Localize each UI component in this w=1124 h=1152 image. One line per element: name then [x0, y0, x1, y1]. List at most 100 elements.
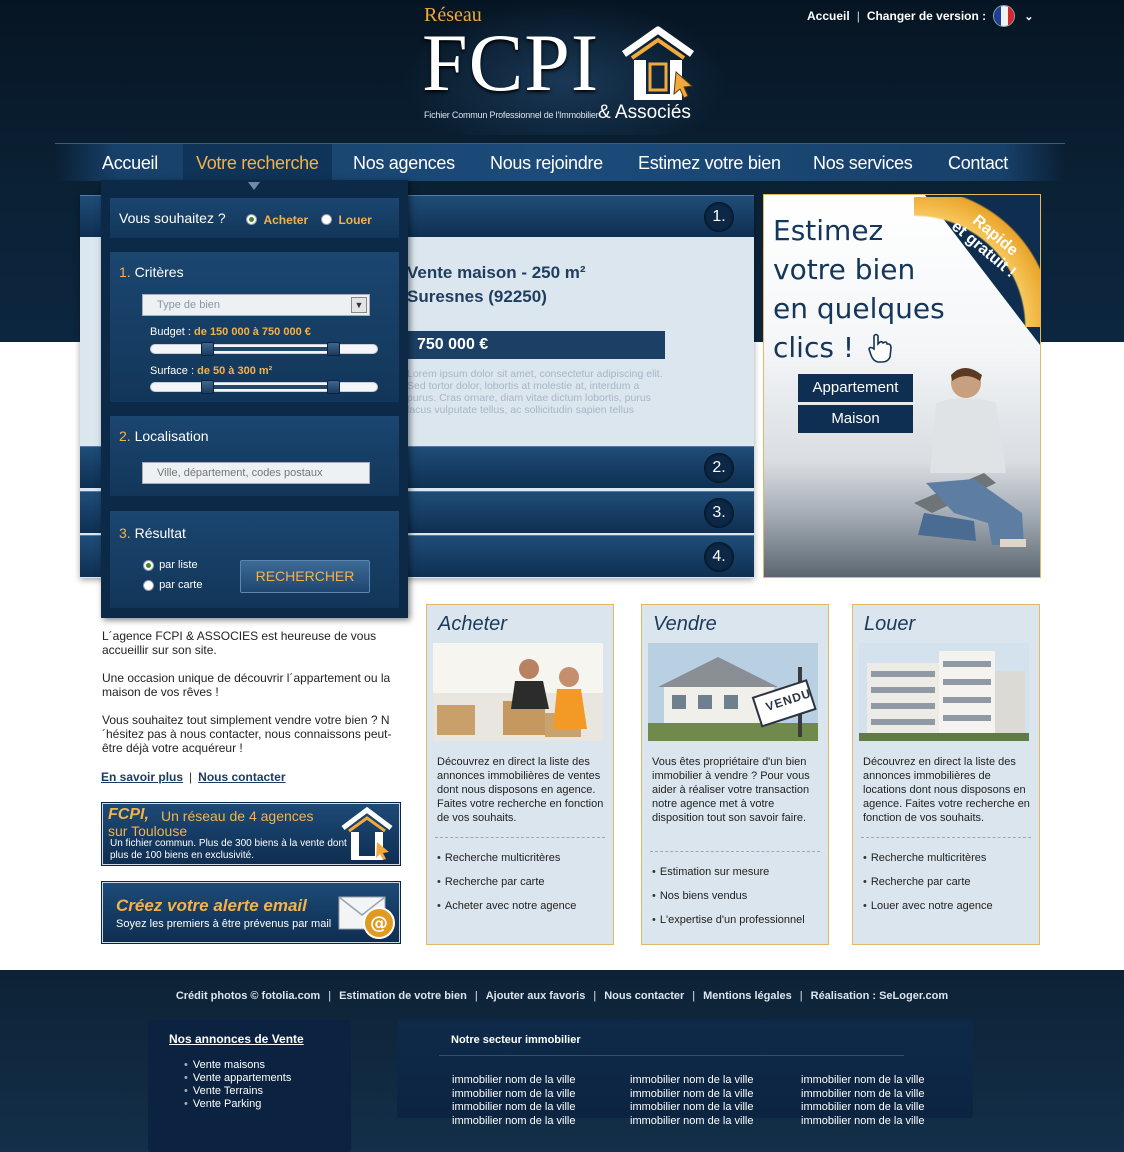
slide-number-4[interactable]: 4.	[704, 542, 734, 572]
footer-city-link[interactable]: immobilier nom de la ville	[630, 1088, 754, 1102]
footer-secteur-box: Notre secteur immobilier immobilier nom …	[397, 1020, 973, 1127]
radio-button[interactable]	[143, 579, 154, 591]
footer-secteur-divider	[439, 1055, 904, 1056]
footer-city-link[interactable]: immobilier nom de la ville	[452, 1088, 576, 1102]
budget-value: de 150 000 à 750 000 €	[194, 326, 311, 338]
card-feature-item[interactable]: Recherche par carte	[437, 875, 576, 889]
email-alert-banner[interactable]: Créez votre alerte email Soyez les premi…	[102, 882, 400, 943]
footer-city-link[interactable]: immobilier nom de la ville	[801, 1115, 925, 1129]
radio-button[interactable]	[143, 559, 154, 571]
estimate-maison-button[interactable]: Maison	[798, 405, 913, 433]
budget-max-handle[interactable]	[327, 342, 340, 356]
footer-secteur-column: immobilier nom de la ville immobilier no…	[801, 1074, 925, 1128]
nav-item-nos-agences[interactable]: Nos agences	[353, 144, 455, 182]
france-flag-icon[interactable]	[993, 5, 1016, 27]
location-input[interactable]	[142, 462, 370, 484]
listing-price: 750 000 €	[407, 331, 665, 359]
card-divider	[435, 837, 605, 838]
footer-ventes-item[interactable]: Vente appartements	[193, 1072, 291, 1085]
hand-cursor-icon	[868, 333, 892, 363]
footer-links: Crédit photos © fotolia.com | Estimation d…	[0, 990, 1124, 1002]
footer-city-link[interactable]: immobilier nom de la ville	[801, 1088, 925, 1102]
card-title[interactable]: Vendre	[653, 613, 717, 636]
footer-city-link[interactable]: immobilier nom de la ville	[452, 1115, 576, 1129]
surface-label-text: Surface :	[150, 365, 195, 377]
footer-link-estimation[interactable]: Estimation de votre bien	[339, 990, 467, 1002]
footer-ventes-box: Nos annonces de Vente Vente maisons Vent…	[148, 1020, 351, 1152]
radio-acheter[interactable]: Acheter	[246, 211, 308, 229]
budget-min-handle[interactable]	[201, 342, 214, 356]
radio-par-liste[interactable]: par liste	[143, 559, 198, 571]
footer-separator: |	[328, 990, 332, 1002]
slide-number-1[interactable]: 1.	[704, 202, 734, 232]
footer-ventes-item[interactable]: Vente Terrains	[193, 1085, 291, 1098]
location-heading: 2. Localisation	[119, 428, 209, 444]
nav-item-contact[interactable]: Contact	[948, 144, 1008, 182]
nous-contacter-link[interactable]: Nous contacter	[198, 770, 285, 784]
network-banner[interactable]: FCPI, Un réseau de 4 agences sur Toulous…	[102, 803, 400, 865]
footer-ventes-heading[interactable]: Nos annonces de Vente	[169, 1032, 304, 1046]
nav-item-votre-recherche[interactable]: Votre recherche	[183, 144, 332, 182]
footer-city-link[interactable]: immobilier nom de la ville	[801, 1074, 925, 1088]
card-feature-item[interactable]: Estimation sur mesure	[652, 865, 805, 879]
footer-city-link[interactable]: immobilier nom de la ville	[452, 1101, 576, 1115]
listing-title-line1: Vente maison - 250 m²	[407, 263, 586, 282]
en-savoir-plus-link[interactable]: En savoir plus	[101, 770, 183, 784]
estimate-promo[interactable]: Rapide et gratuit ! Estimez votre bien e…	[763, 194, 1041, 578]
nav-item-estimez-votre-bien[interactable]: Estimez votre bien	[638, 144, 781, 182]
radio-par-carte[interactable]: par carte	[143, 579, 202, 591]
card-description: Découvrez en direct la liste des annonce…	[863, 756, 1030, 824]
radio-button[interactable]	[321, 214, 332, 226]
surface-min-handle[interactable]	[201, 380, 214, 394]
property-type-select[interactable]: Type de bien ▼	[142, 294, 370, 316]
promo-headline-line: Estimez	[773, 214, 884, 247]
logo-tagline: Fichier Commun Professionnel de l'Immobi…	[424, 110, 599, 120]
card-feature-item[interactable]: Louer avec notre agence	[863, 899, 993, 913]
logo-associes: & Associés	[598, 102, 691, 123]
select-arrow-icon[interactable]: ▼	[351, 297, 367, 313]
slide-number-3[interactable]: 3.	[704, 498, 734, 528]
surface-max-handle[interactable]	[327, 380, 340, 394]
footer-city-link[interactable]: immobilier nom de la ville	[801, 1101, 925, 1115]
estimate-appartement-button[interactable]: Appartement	[798, 374, 913, 402]
footer-city-link[interactable]: immobilier nom de la ville	[630, 1115, 754, 1129]
change-version-label[interactable]: Changer de version :	[867, 9, 986, 23]
footer-city-link[interactable]: immobilier nom de la ville	[630, 1074, 754, 1088]
footer-ventes-item[interactable]: Vente Parking	[193, 1098, 291, 1111]
card-feature-item[interactable]: L'expertise d'un professionnel	[652, 913, 805, 927]
card-title[interactable]: Acheter	[438, 613, 507, 636]
card-feature-item[interactable]: Nos biens vendus	[652, 889, 805, 903]
site-logo[interactable]: Réseau FCPI Fichier Commun Professionnel…	[400, 0, 730, 135]
card-feature-item[interactable]: Recherche multicritères	[863, 851, 993, 865]
radio-louer[interactable]: Louer	[321, 211, 372, 229]
nav-item-nos-services[interactable]: Nos services	[813, 144, 913, 182]
footer-link-favoris[interactable]: Ajouter aux favoris	[486, 990, 586, 1002]
radio-button[interactable]	[246, 214, 257, 226]
listing-title[interactable]: Vente maison - 250 m² Suresnes (92250)	[407, 261, 586, 309]
footer-link-credit[interactable]: Crédit photos © fotolia.com	[176, 990, 320, 1002]
chevron-down-icon[interactable]: ⌄	[1024, 10, 1033, 23]
card-vendre: Vendre VENDU Vous êtes propriétaire d'un…	[641, 604, 829, 945]
card-divider	[650, 851, 820, 852]
footer-link-mentions[interactable]: Mentions légales	[703, 990, 792, 1002]
footer-link-contact[interactable]: Nous contacter	[604, 990, 684, 1002]
top-link-home[interactable]: Accueil	[807, 9, 850, 23]
result-heading: 3. Résultat	[119, 525, 186, 541]
card-feature-item[interactable]: Acheter avec notre agence	[437, 899, 576, 913]
card-feature-item[interactable]: Recherche multicritères	[437, 851, 576, 865]
top-links: Accueil | Changer de version : ⌄	[807, 5, 1033, 27]
card-title[interactable]: Louer	[864, 613, 915, 636]
search-intent-block: Vous souhaitez ? Acheter Louer	[110, 198, 399, 238]
nav-item-nous-rejoindre[interactable]: Nous rejoindre	[490, 144, 603, 182]
card-feature-item[interactable]: Recherche par carte	[863, 875, 993, 889]
slide-number-2[interactable]: 2.	[704, 453, 734, 483]
footer-city-link[interactable]: immobilier nom de la ville	[630, 1101, 754, 1115]
budget-slider[interactable]	[150, 342, 378, 356]
footer-city-link[interactable]: immobilier nom de la ville	[452, 1074, 576, 1088]
criteria-heading: 1. Critères	[119, 264, 184, 280]
nav-item-accueil[interactable]: Accueil	[102, 144, 158, 182]
surface-slider[interactable]	[150, 380, 378, 394]
footer-link-realisation[interactable]: Réalisation : SeLoger.com	[811, 990, 949, 1002]
search-button[interactable]: RECHERCHER	[240, 560, 370, 593]
footer-ventes-item[interactable]: Vente maisons	[193, 1059, 291, 1072]
